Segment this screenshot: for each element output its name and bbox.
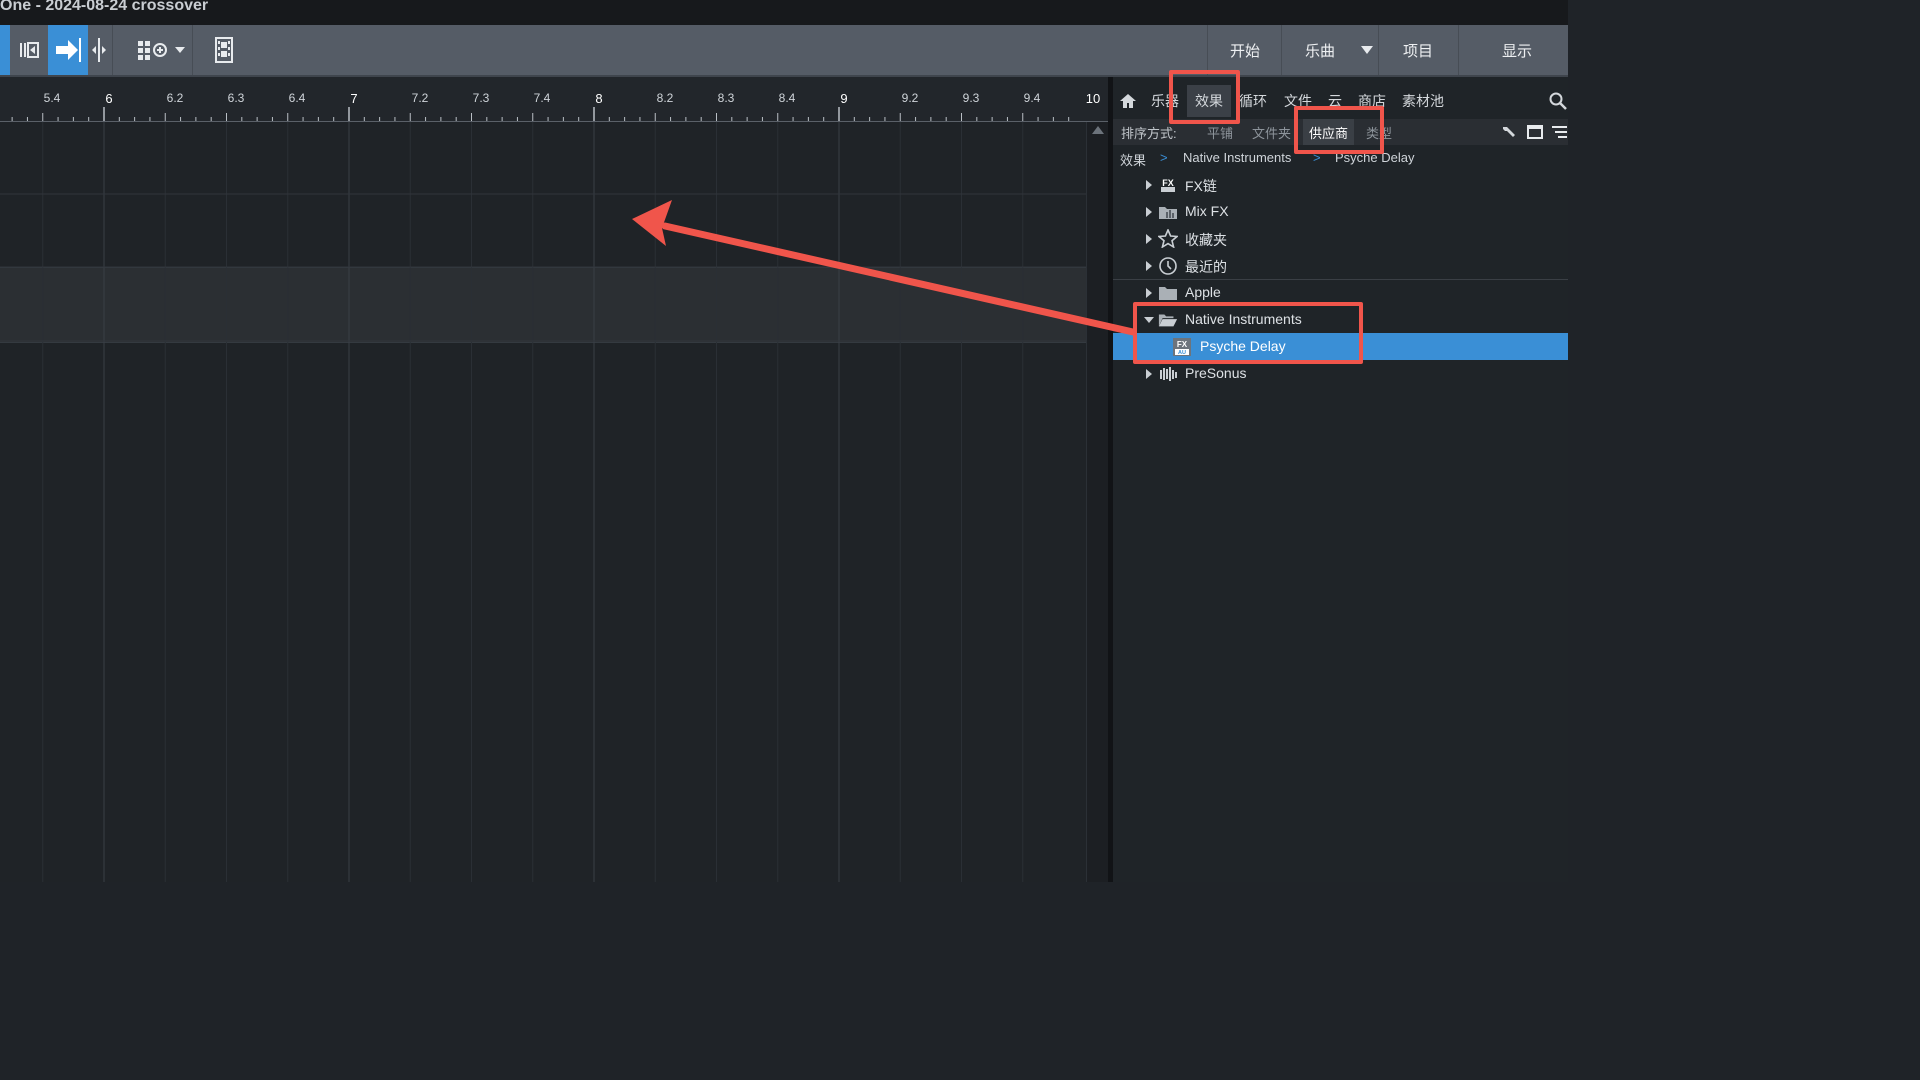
annotation-box-plugin (1133, 302, 1363, 364)
window-icon (1527, 125, 1543, 139)
vertical-scrollbar[interactable] (1086, 122, 1109, 882)
video-button[interactable] (206, 25, 242, 75)
list-view-button[interactable] (1551, 119, 1567, 145)
ruler-label: 10 (1085, 91, 1101, 106)
folder-icon (1158, 283, 1178, 302)
tree-item-label: FX链 (1185, 178, 1217, 194)
main-toolbar: 开始 乐曲 项目 显示 (0, 25, 1568, 77)
ruler-label: 8.3 (717, 91, 735, 105)
ruler-label: 7.4 (533, 91, 551, 105)
breadcrumb-vendor[interactable]: Native Instruments (1183, 150, 1291, 165)
start-page-button[interactable]: 开始 (1210, 25, 1280, 75)
tool-stub-button[interactable] (0, 25, 10, 75)
track-lanes[interactable] (0, 122, 1086, 882)
fx-badge-text: FX (1162, 178, 1174, 188)
view-mode-button[interactable] (1527, 119, 1543, 145)
follow-arrow-icon (56, 38, 81, 62)
range-tool-button[interactable] (10, 25, 48, 75)
star-icon (1158, 229, 1178, 248)
expand-caret-icon[interactable] (1146, 288, 1152, 298)
song-page-button[interactable]: 乐曲 (1282, 25, 1358, 75)
ruler-label: 8.2 (656, 91, 674, 105)
song-dropdown-button[interactable] (1356, 25, 1378, 75)
range-tool-icon (20, 42, 39, 58)
breadcrumb-chevron-icon: > (1160, 150, 1168, 165)
chevron-down-icon (1361, 46, 1373, 54)
toolbar-separator (192, 25, 193, 75)
home-icon (1120, 94, 1136, 108)
home-tab[interactable] (1119, 85, 1137, 117)
toolbar-separator (112, 25, 113, 75)
toolbar-separator (1378, 25, 1379, 75)
film-icon (215, 37, 233, 63)
tree-item-label: PreSonus (1185, 365, 1247, 381)
mix-fx-icon (1158, 202, 1178, 221)
ruler-label: 6.4 (288, 91, 306, 105)
tree-item-presonus[interactable]: PreSonus (1113, 360, 1568, 387)
expand-caret-icon[interactable] (1146, 369, 1152, 379)
tree-item-favorites[interactable]: 收藏夹 (1113, 225, 1568, 252)
ruler-label: 7.2 (411, 91, 429, 105)
ruler-label: 8.4 (778, 91, 796, 105)
show-button[interactable]: 显示 (1478, 25, 1556, 75)
toolbar-separator (1207, 25, 1208, 75)
tree-item-label: 最近的 (1185, 259, 1227, 275)
window-title: One - 2024-08-24 crossover (0, 0, 209, 14)
ruler-label: 6 (105, 91, 113, 106)
annotation-box-effects-tab (1169, 70, 1240, 124)
breadcrumb-root[interactable]: 效果 (1120, 150, 1146, 169)
split-icon (92, 38, 106, 62)
browser-panel: 乐器 效果 循环 文件 云 商店 素材池 排序方式: 平铺 文件夹 供应商 类型… (1113, 77, 1568, 882)
timeline-ruler[interactable]: 5.4 6 6.2 6.3 6.4 7 7.2 7.3 7.4 8 8.2 8.… (0, 77, 1108, 122)
tree-item-label: Apple (1185, 284, 1221, 300)
settings-button[interactable] (1501, 119, 1517, 145)
sort-folder-option[interactable]: 文件夹 (1252, 119, 1291, 145)
annotation-box-vendor-sort (1294, 106, 1384, 154)
ruler-label: 8 (595, 91, 603, 106)
ruler-label: 9 (840, 91, 848, 106)
tab-loops[interactable]: 循环 (1239, 85, 1267, 117)
list-icon (1552, 126, 1567, 138)
tree-item-fxchain[interactable]: FX FX链 (1113, 171, 1568, 198)
ruler-label: 7.3 (472, 91, 490, 105)
clock-icon (1158, 256, 1178, 275)
search-button[interactable] (1549, 85, 1567, 117)
split-tool-button[interactable] (88, 25, 110, 75)
grid-add-icon (138, 41, 185, 60)
add-track-grid-button[interactable] (128, 25, 188, 75)
arrange-view[interactable]: 5.4 6 6.2 6.3 6.4 7 7.2 7.3 7.4 8 8.2 8.… (0, 77, 1109, 882)
expand-caret-icon[interactable] (1146, 234, 1152, 244)
ruler-label: 9.4 (1023, 91, 1041, 105)
ruler-label: 9.3 (962, 91, 980, 105)
title-bar: One - 2024-08-24 crossover (0, 0, 1568, 25)
project-page-button[interactable]: 项目 (1380, 25, 1456, 75)
ruler-label: 7 (350, 91, 358, 106)
tab-pool[interactable]: 素材池 (1402, 85, 1444, 117)
follow-playback-button[interactable] (48, 25, 88, 75)
tree-item-recent[interactable]: 最近的 (1113, 252, 1568, 279)
scroll-up-icon[interactable] (1092, 126, 1104, 134)
ruler-label: 9.2 (901, 91, 919, 105)
wrench-icon (1503, 127, 1515, 137)
tree-item-mixfx[interactable]: Mix FX (1113, 198, 1568, 225)
search-icon (1549, 92, 1567, 110)
expand-caret-icon[interactable] (1146, 207, 1152, 217)
expand-caret-icon[interactable] (1146, 180, 1152, 190)
tree-item-label: Mix FX (1185, 203, 1229, 219)
ruler-label: 6.3 (227, 91, 245, 105)
toolbar-separator (1458, 25, 1459, 75)
tree-item-label: 收藏夹 (1185, 232, 1227, 248)
ruler-label: 6.2 (166, 91, 184, 105)
ruler-label: 5.4 (43, 91, 61, 105)
grid-lines (0, 122, 1086, 882)
expand-caret-icon[interactable] (1146, 261, 1152, 271)
presonus-logo-icon (1158, 364, 1178, 383)
fx-chain-icon: FX (1158, 175, 1178, 194)
